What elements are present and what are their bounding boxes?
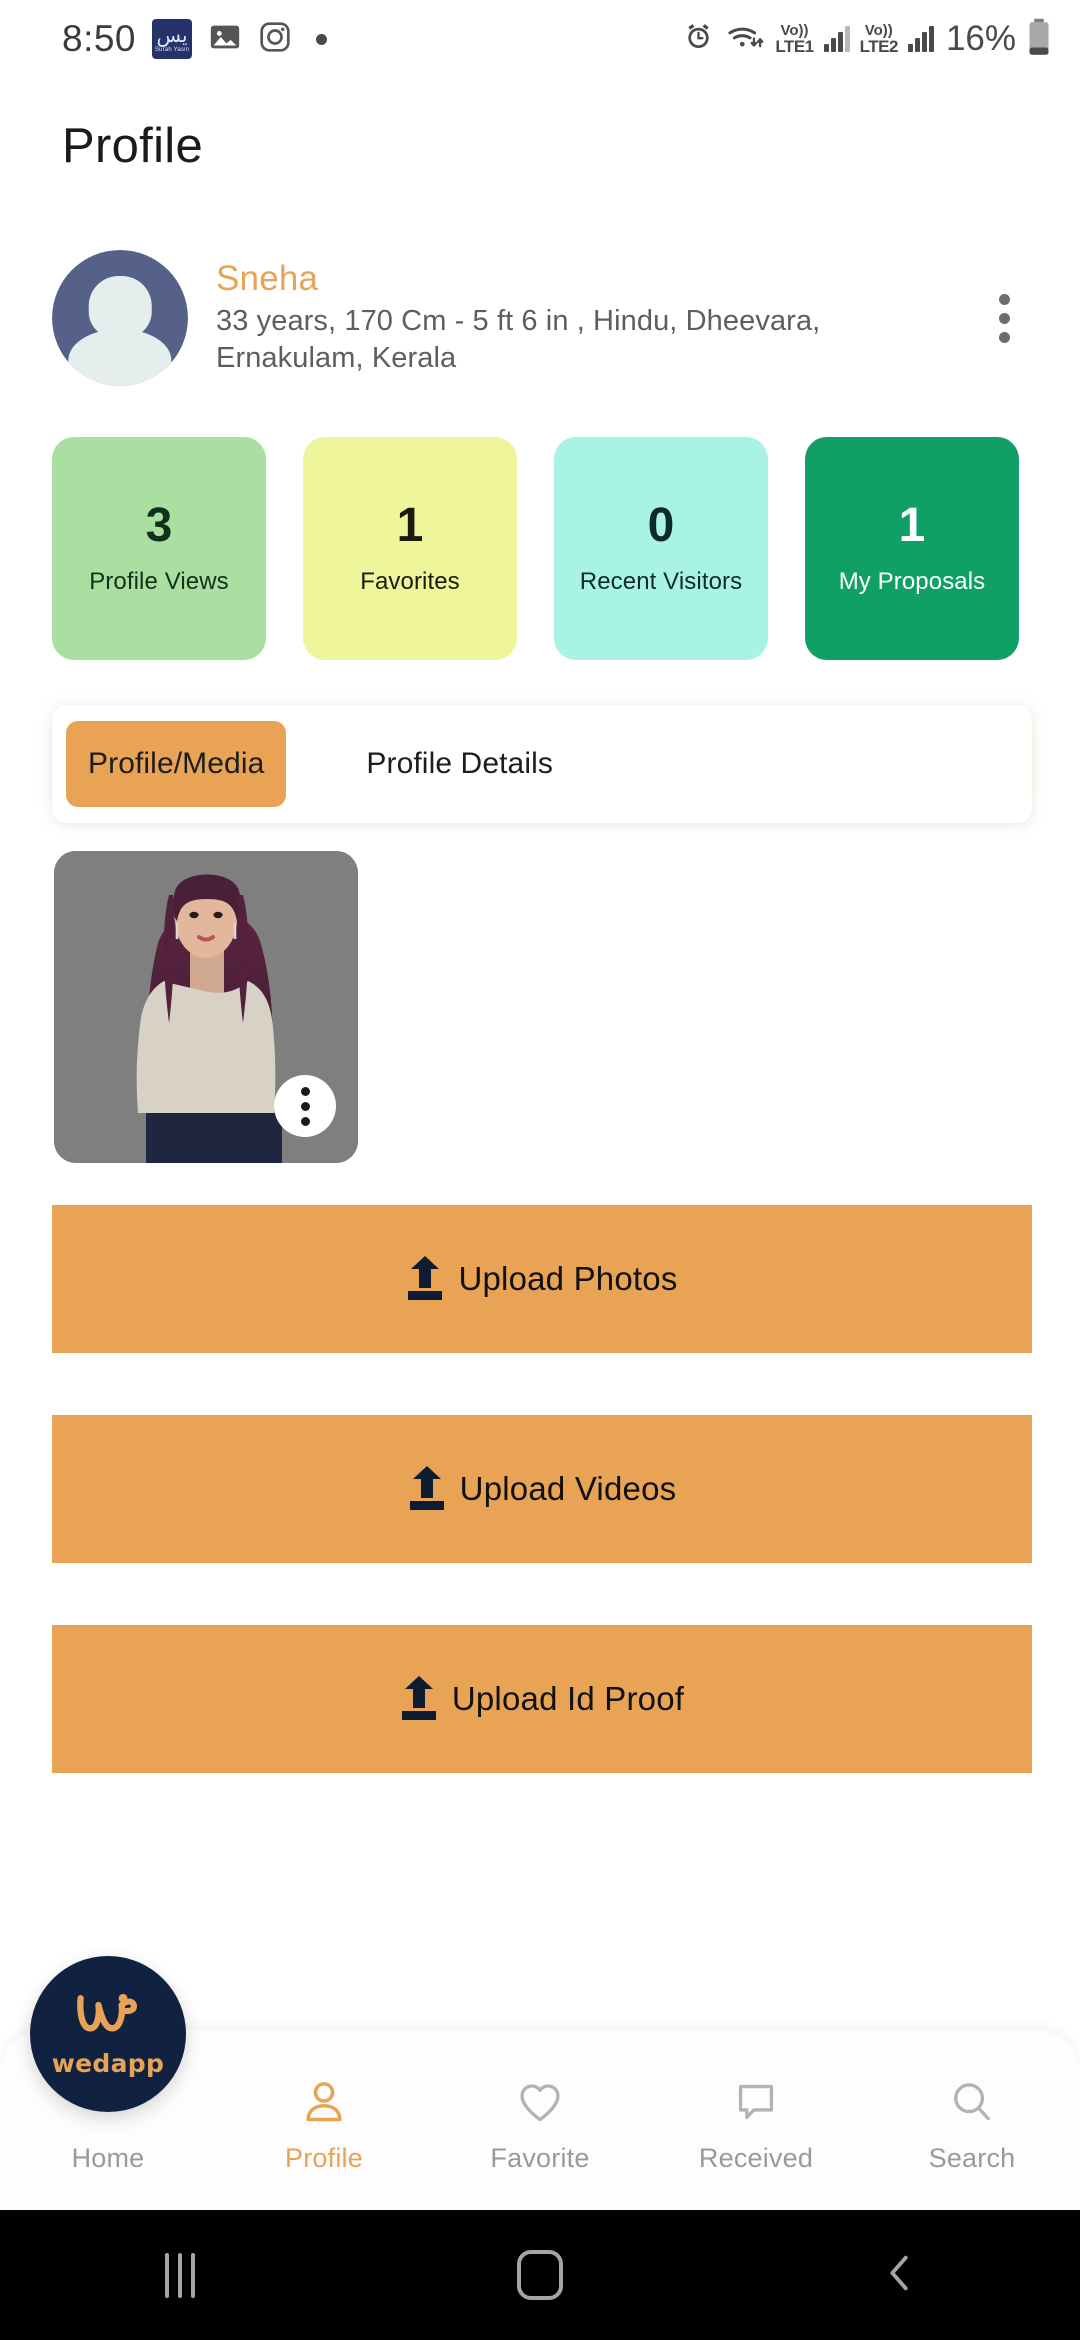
back-button[interactable] [820, 2210, 980, 2340]
stat-label: My Proposals [838, 567, 986, 595]
stat-card-recent-visitors[interactable]: 0 Recent Visitors [554, 437, 768, 660]
stat-label: Favorites [360, 567, 460, 595]
stat-value: 1 [396, 498, 424, 552]
status-bar: 8:50 يس Surah Yasin Vo)) LTE1 Vo)) LTE2 … [0, 0, 1080, 78]
chat-icon [727, 2075, 785, 2129]
sim2-signal-bars-icon [907, 26, 934, 52]
wedapp-logo-badge[interactable]: wedapp [30, 1956, 186, 2112]
tab-profile-media[interactable]: Profile/Media [66, 721, 287, 807]
stat-label: Profile Views [89, 567, 229, 595]
surah-yasin-notification-icon: يس Surah Yasin [152, 19, 193, 59]
dot-indicator-icon [316, 33, 328, 45]
stat-card-profile-views[interactable]: 3 Profile Views [52, 437, 266, 660]
battery-percent: 16% [945, 19, 1016, 58]
wifi-icon [725, 20, 765, 58]
home-button[interactable] [460, 2210, 620, 2340]
profile-name: Sneha [216, 258, 319, 298]
stat-card-favorites[interactable]: 1 Favorites [303, 437, 517, 660]
sim2-volte: Vo)) [864, 22, 893, 39]
status-bar-right: Vo)) LTE1 Vo)) LTE2 16% [682, 18, 1052, 61]
upload-videos-label: Upload Videos [459, 1470, 677, 1507]
upload-id-proof-label: Upload Id Proof [451, 1680, 685, 1717]
wedapp-wordmark: wedapp [51, 2049, 165, 2078]
search-icon [943, 2075, 1001, 2129]
recents-icon [165, 2252, 195, 2298]
back-chevron-icon [877, 2247, 923, 2304]
stat-card-my-proposals[interactable]: 1 My Proposals [805, 437, 1019, 660]
stat-value: 1 [898, 498, 926, 552]
upload-photos-button[interactable]: Upload Photos [52, 1205, 1032, 1353]
upload-icon [408, 1466, 446, 1512]
battery-icon [1026, 18, 1052, 61]
nav-label-received: Received [698, 2142, 814, 2173]
nav-label-home: Home [71, 2142, 145, 2173]
profile-text-block: Sneha 33 years, 170 Cm - 5 ft 6 in , Hin… [216, 259, 976, 377]
default-avatar-icon [52, 250, 188, 386]
sim2-network-label: Vo)) LTE2 [859, 22, 899, 56]
nav-label-search: Search [928, 2142, 1016, 2173]
recents-button[interactable] [100, 2210, 260, 2340]
heart-icon [511, 2075, 569, 2129]
status-time: 8:50 [62, 18, 137, 59]
app-screen: 8:50 يس Surah Yasin Vo)) LTE1 Vo)) LTE2 … [0, 0, 1080, 2340]
sim2-lte: LTE2 [859, 37, 899, 56]
profile-kebab-menu-icon[interactable] [976, 283, 1032, 353]
stat-label: Recent Visitors [579, 567, 743, 595]
profile-summary: Sneha 33 years, 170 Cm - 5 ft 6 in , Hin… [52, 248, 1032, 388]
photo-kebab-menu-icon[interactable] [274, 1075, 336, 1137]
upload-photos-label: Upload Photos [458, 1260, 678, 1297]
media-photo-thumbnail[interactable] [54, 851, 358, 1163]
stats-row: 3 Profile Views 1 Favorites 0 Recent Vis… [52, 437, 1032, 660]
home-square-icon [517, 2250, 563, 2300]
profile-tab-bar: Profile/Media Profile Details [52, 705, 1032, 823]
nav-item-received[interactable]: Received [648, 2030, 864, 2210]
gallery-icon [208, 20, 242, 59]
sim1-volte: Vo)) [780, 22, 809, 39]
yasin-latin: Surah Yasin [154, 46, 190, 53]
profile-details-text: 33 years, 170 Cm - 5 ft 6 in , Hindu, Dh… [216, 304, 821, 374]
stat-value: 0 [647, 498, 675, 552]
status-bar-left: 8:50 يس Surah Yasin [62, 18, 328, 60]
wedapp-logo-icon [66, 1990, 150, 2047]
sim1-network-label: Vo)) LTE1 [775, 22, 814, 56]
android-system-navigation [0, 2210, 1080, 2340]
tab-profile-details[interactable]: Profile Details [344, 721, 575, 807]
stat-value: 3 [145, 498, 173, 552]
alarm-icon [682, 20, 715, 58]
upload-videos-button[interactable]: Upload Videos [52, 1415, 1032, 1563]
upload-icon [400, 1676, 438, 1722]
nav-item-profile[interactable]: Profile [216, 2030, 432, 2210]
upload-id-proof-button[interactable]: Upload Id Proof [52, 1625, 1032, 1773]
yasin-arabic: يس [156, 24, 188, 47]
nav-item-favorite[interactable]: Favorite [432, 2030, 648, 2210]
upload-icon [406, 1256, 444, 1302]
page-title: Profile [62, 119, 203, 173]
nav-label-profile: Profile [285, 2142, 363, 2173]
nav-item-search[interactable]: Search [864, 2030, 1080, 2210]
sim1-lte: LTE1 [775, 37, 814, 56]
nav-label-favorite: Favorite [490, 2142, 590, 2173]
person-icon [295, 2075, 353, 2129]
instagram-icon [258, 20, 292, 59]
sim1-signal-bars-icon [823, 26, 850, 52]
